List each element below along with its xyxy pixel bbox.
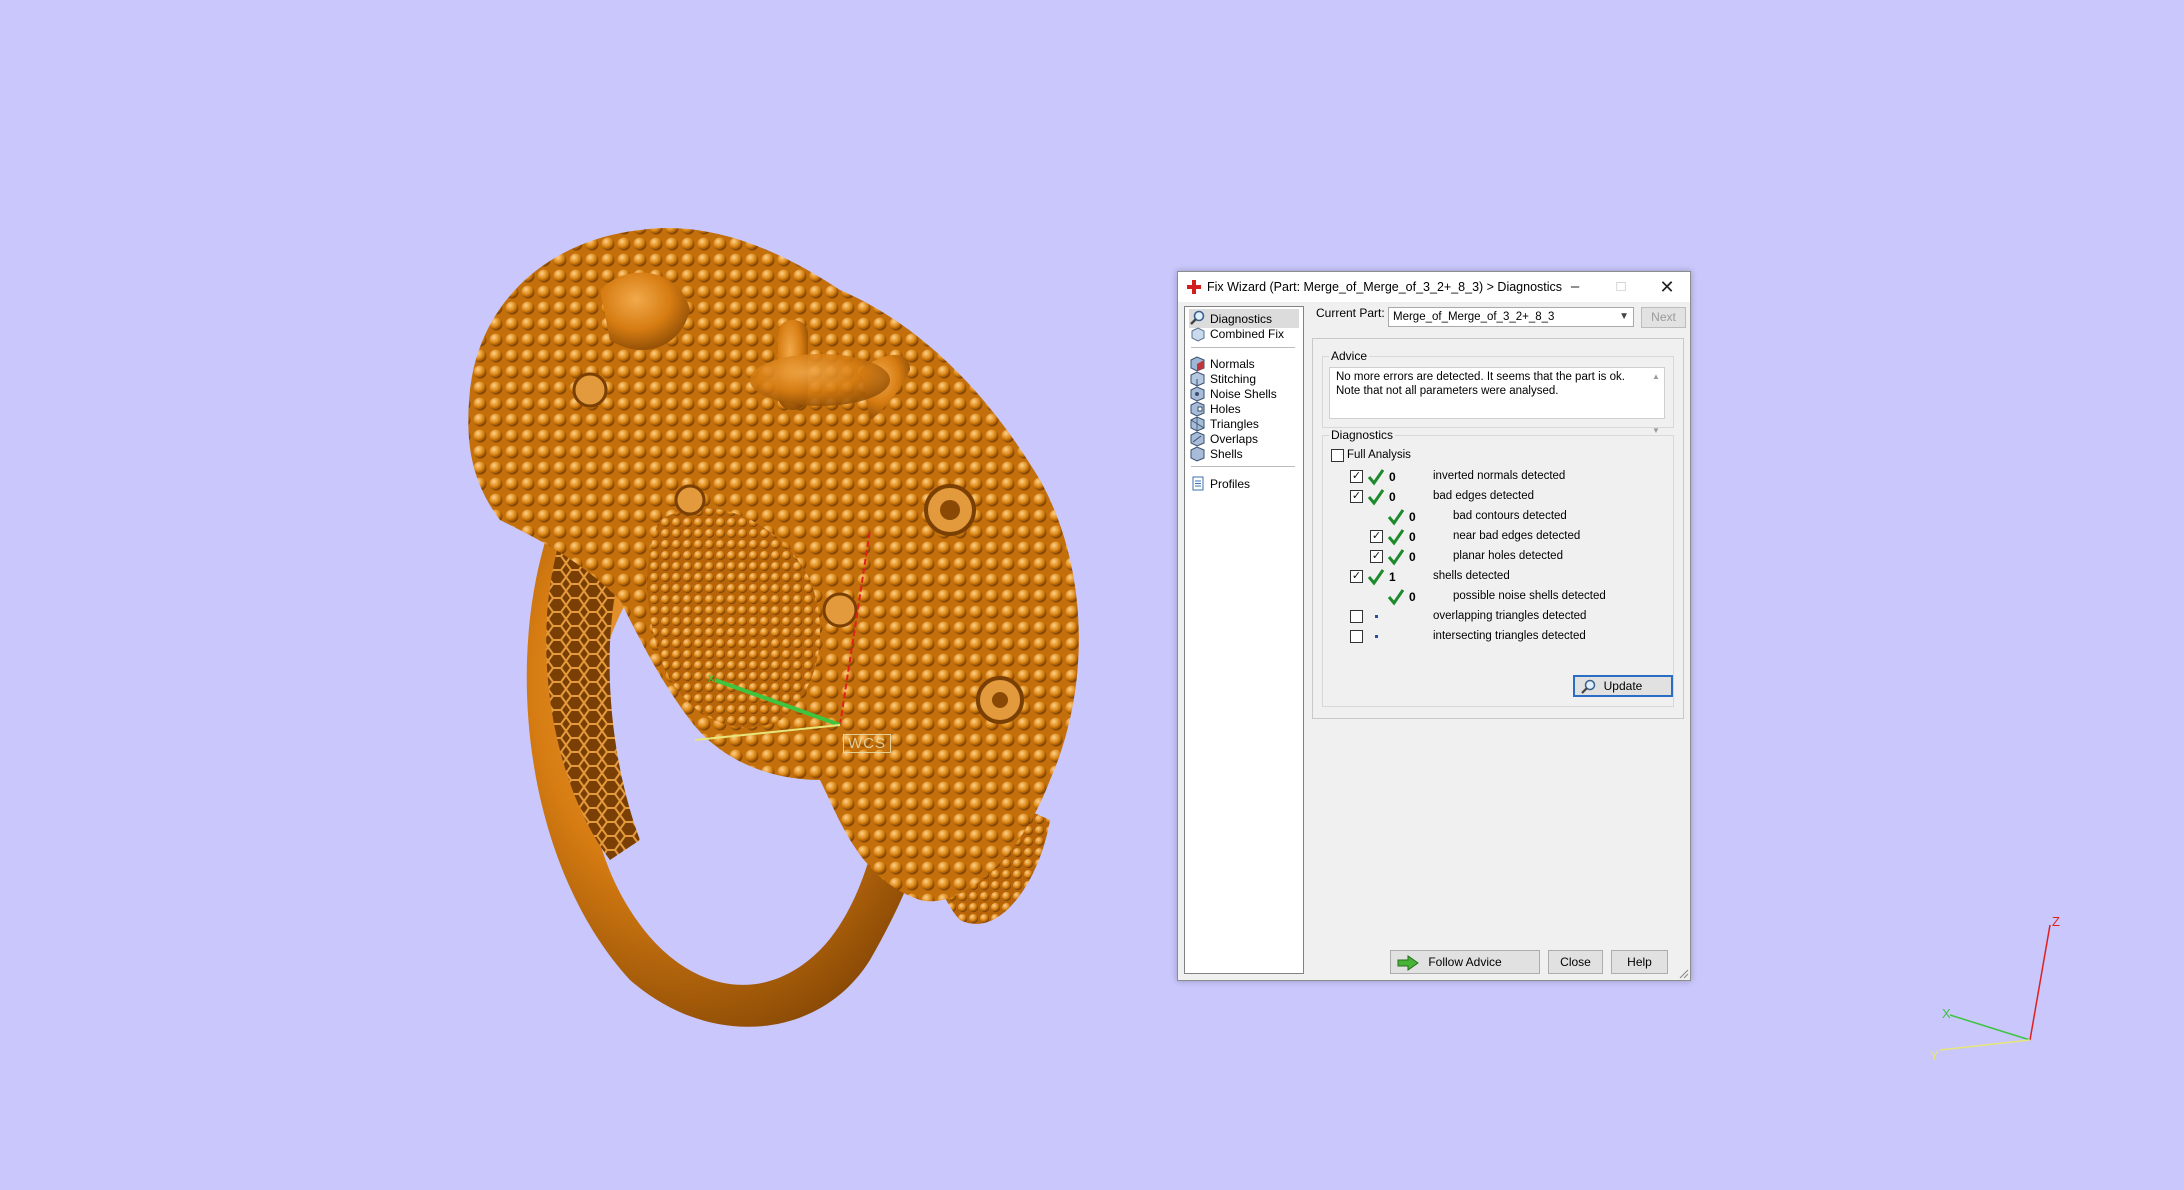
title-bar[interactable]: Fix Wizard (Part: Merge_of_Merge_of_3_2+… bbox=[1178, 272, 1690, 302]
3d-viewport[interactable]: x WCS Z X Y bbox=[0, 0, 2184, 1190]
nav-divider bbox=[1191, 347, 1295, 348]
minimize-button[interactable]: – bbox=[1552, 272, 1598, 302]
z-axis-label: Z bbox=[2052, 914, 2060, 929]
nav-item-label: Combined Fix bbox=[1210, 326, 1285, 341]
advice-text-box[interactable]: No more errors are detected. It seems th… bbox=[1329, 367, 1665, 435]
overlapping-triangles-label: overlapping triangles detected bbox=[1433, 610, 1587, 622]
close-button[interactable]: Close bbox=[1548, 950, 1603, 974]
green-check-icon bbox=[1387, 529, 1405, 546]
nav-item-label: Profiles bbox=[1210, 476, 1251, 491]
inverted-normals-label: inverted normals detected bbox=[1433, 470, 1566, 482]
full-analysis-checkbox[interactable] bbox=[1331, 449, 1344, 462]
shells-checkbox[interactable]: ✓ bbox=[1350, 570, 1363, 583]
diagnostics-page: Advice No more errors are detected. It s… bbox=[1312, 338, 1684, 719]
follow-advice-label: Follow Advice bbox=[1428, 955, 1502, 969]
advice-text: No more errors are detected. It seems th… bbox=[1336, 371, 1625, 397]
near-bad-edges-count: 0 bbox=[1409, 530, 1416, 544]
axis-triad-icon: Z X Y bbox=[1930, 914, 2060, 1063]
not-analysed-dot-icon bbox=[1375, 615, 1378, 618]
green-check-icon bbox=[1387, 549, 1405, 566]
planar-holes-count: 0 bbox=[1409, 550, 1416, 564]
nav-item-shells[interactable]: Shells bbox=[1189, 444, 1299, 463]
shells-count: 1 bbox=[1389, 570, 1396, 584]
chevron-down-icon: ▼ bbox=[1619, 311, 1629, 322]
inverted-normals-count: 0 bbox=[1389, 470, 1396, 484]
dialog-title: Fix Wizard (Part: Merge_of_Merge_of_3_2+… bbox=[1207, 280, 1563, 294]
current-part-value: Merge_of_Merge_of_3_2+_8_3 bbox=[1393, 311, 1555, 323]
nav-divider bbox=[1191, 466, 1295, 467]
shells-label: shells detected bbox=[1433, 570, 1510, 582]
near-bad-edges-label: near bad edges detected bbox=[1453, 530, 1581, 542]
close-window-button[interactable]: ✕ bbox=[1644, 272, 1690, 302]
svg-text:x: x bbox=[708, 670, 715, 685]
current-part-label: Current Part: bbox=[1316, 306, 1385, 320]
wizard-nav: Diagnostics Combined Fix Normals Stitchi… bbox=[1184, 306, 1304, 974]
noise-shells-label: possible noise shells detected bbox=[1453, 590, 1606, 602]
next-button[interactable]: Next bbox=[1641, 307, 1686, 328]
full-analysis-label: Full Analysis bbox=[1347, 449, 1411, 461]
y-axis-label: Y bbox=[1930, 1048, 1939, 1063]
green-check-icon bbox=[1387, 589, 1405, 606]
planar-holes-label: planar holes detected bbox=[1453, 550, 1563, 562]
near-bad-edges-checkbox[interactable]: ✓ bbox=[1370, 530, 1383, 543]
advice-group: Advice No more errors are detected. It s… bbox=[1322, 349, 1674, 435]
bad-edges-label: bad edges detected bbox=[1433, 490, 1535, 502]
green-arrow-icon bbox=[1397, 955, 1419, 971]
update-button[interactable]: Update bbox=[1573, 675, 1673, 697]
green-check-icon bbox=[1367, 469, 1385, 486]
red-cross-icon bbox=[1187, 280, 1201, 294]
bad-contours-label: bad contours detected bbox=[1453, 510, 1567, 522]
advice-scrollbar[interactable]: ▲ ▼ bbox=[1650, 370, 1662, 435]
x-axis-label: X bbox=[1942, 1006, 1951, 1021]
update-label: Update bbox=[1603, 679, 1643, 693]
intersecting-triangles-label: intersecting triangles detected bbox=[1433, 630, 1586, 642]
follow-advice-button[interactable]: Follow Advice bbox=[1390, 950, 1540, 974]
overlapping-triangles-checkbox[interactable] bbox=[1350, 610, 1363, 623]
shells-cube-icon bbox=[1190, 446, 1205, 462]
maximize-button[interactable]: □ bbox=[1598, 272, 1644, 302]
nav-item-label: Shells bbox=[1210, 446, 1243, 461]
not-analysed-dot-icon bbox=[1375, 635, 1378, 638]
nav-item-profiles[interactable]: Profiles bbox=[1189, 474, 1299, 493]
intersecting-triangles-checkbox[interactable] bbox=[1350, 630, 1363, 643]
advice-group-label: Advice bbox=[1329, 349, 1370, 363]
diagnostics-group: Diagnostics Full Analysis ✓ 0 inverted n… bbox=[1322, 428, 1674, 707]
green-check-icon bbox=[1387, 509, 1405, 526]
bad-contours-count: 0 bbox=[1409, 510, 1416, 524]
nav-item-combined-fix[interactable]: Combined Fix bbox=[1189, 324, 1299, 343]
bad-edges-checkbox[interactable]: ✓ bbox=[1350, 490, 1363, 503]
help-button[interactable]: Help bbox=[1611, 950, 1668, 974]
profiles-document-icon bbox=[1192, 476, 1204, 491]
noise-shells-count: 0 bbox=[1409, 590, 1416, 604]
current-part-select[interactable]: Merge_of_Merge_of_3_2+_8_3 ▼ bbox=[1388, 307, 1634, 327]
wcs-label: WCS bbox=[843, 734, 891, 753]
green-check-icon bbox=[1367, 489, 1385, 506]
ring-3d-model[interactable]: x bbox=[440, 220, 1120, 1050]
inverted-normals-checkbox[interactable]: ✓ bbox=[1350, 470, 1363, 483]
resize-grip-icon[interactable] bbox=[1679, 969, 1689, 979]
bad-edges-count: 0 bbox=[1389, 490, 1396, 504]
fix-wizard-dialog: Fix Wizard (Part: Merge_of_Merge_of_3_2+… bbox=[1177, 271, 1691, 981]
magnifier-icon bbox=[1581, 679, 1596, 694]
planar-holes-checkbox[interactable]: ✓ bbox=[1370, 550, 1383, 563]
green-check-icon bbox=[1367, 569, 1385, 586]
combined-fix-icon bbox=[1191, 327, 1205, 342]
diagnostics-group-label: Diagnostics bbox=[1329, 428, 1396, 442]
